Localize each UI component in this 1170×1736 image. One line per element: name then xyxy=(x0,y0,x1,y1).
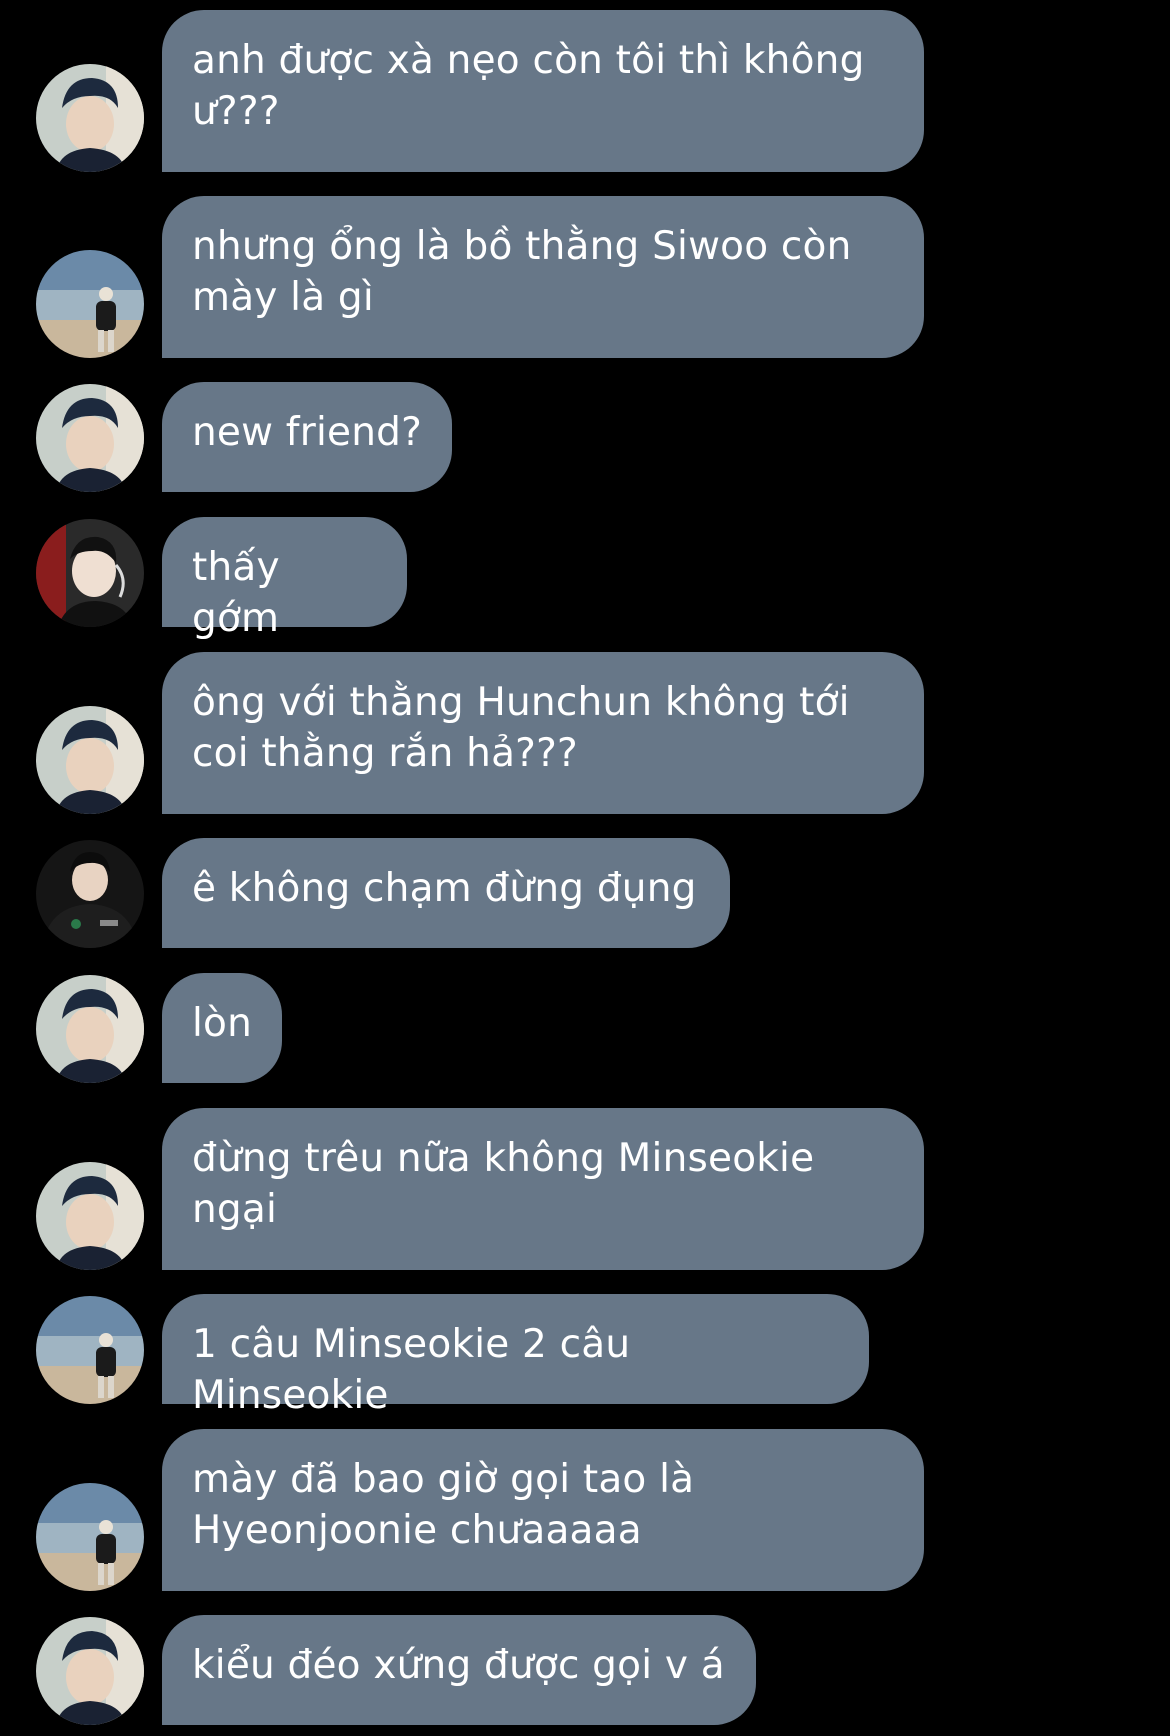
message-bubble[interactable]: kiểu đéo xứng được gọi v á xyxy=(162,1615,756,1725)
message-row: lòn xyxy=(0,973,1170,1083)
person-dark-blue-hair-avatar[interactable] xyxy=(36,384,144,492)
message-row: mày đã bao giờ gọi tao là Hyeonjoonie ch… xyxy=(0,1429,1170,1591)
person-dark-blue-hair-avatar[interactable] xyxy=(36,706,144,814)
message-row: new friend? xyxy=(0,382,1170,492)
person-on-beach-avatar[interactable] xyxy=(36,1296,144,1404)
person-dark-blue-hair-avatar[interactable] xyxy=(36,64,144,172)
message-bubble[interactable]: new friend? xyxy=(162,382,452,492)
message-bubble[interactable]: lòn xyxy=(162,973,282,1083)
person-black-jersey-avatar[interactable] xyxy=(36,840,144,948)
person-dark-blue-hair-avatar[interactable] xyxy=(36,975,144,1083)
message-bubble[interactable]: anh được xà nẹo còn tôi thì không ư??? xyxy=(162,10,924,172)
message-row: nhưng ổng là bồ thằng Siwoo còn mày là g… xyxy=(0,196,1170,358)
message-bubble[interactable]: nhưng ổng là bồ thằng Siwoo còn mày là g… xyxy=(162,196,924,358)
message-row: kiểu đéo xứng được gọi v á xyxy=(0,1615,1170,1725)
message-row: thấy gớm xyxy=(0,517,1170,641)
message-bubble[interactable]: mày đã bao giờ gọi tao là Hyeonjoonie ch… xyxy=(162,1429,924,1591)
person-on-beach-avatar[interactable] xyxy=(36,250,144,358)
person-dark-blue-hair-avatar[interactable] xyxy=(36,1162,144,1270)
person-headset-avatar[interactable] xyxy=(36,519,144,627)
message-bubble[interactable]: đừng trêu nữa không Minseokie ngại xyxy=(162,1108,924,1270)
message-row: đừng trêu nữa không Minseokie ngại xyxy=(0,1108,1170,1270)
message-row: ông với thằng Hunchun không tới coi thằn… xyxy=(0,652,1170,814)
chat-message-list: anh được xà nẹo còn tôi thì không ư??? n… xyxy=(0,0,1170,1736)
message-row: ê không chạm đừng đụng xyxy=(0,838,1170,948)
person-on-beach-avatar[interactable] xyxy=(36,1483,144,1591)
message-bubble[interactable]: ông với thằng Hunchun không tới coi thằn… xyxy=(162,652,924,814)
message-bubble[interactable]: ê không chạm đừng đụng xyxy=(162,838,730,948)
message-row: 1 câu Minseokie 2 câu Minseokie xyxy=(0,1294,1170,1418)
message-bubble[interactable]: 1 câu Minseokie 2 câu Minseokie xyxy=(162,1294,869,1418)
message-row: anh được xà nẹo còn tôi thì không ư??? xyxy=(0,10,1170,172)
message-bubble[interactable]: thấy gớm xyxy=(162,517,407,641)
person-dark-blue-hair-avatar[interactable] xyxy=(36,1617,144,1725)
